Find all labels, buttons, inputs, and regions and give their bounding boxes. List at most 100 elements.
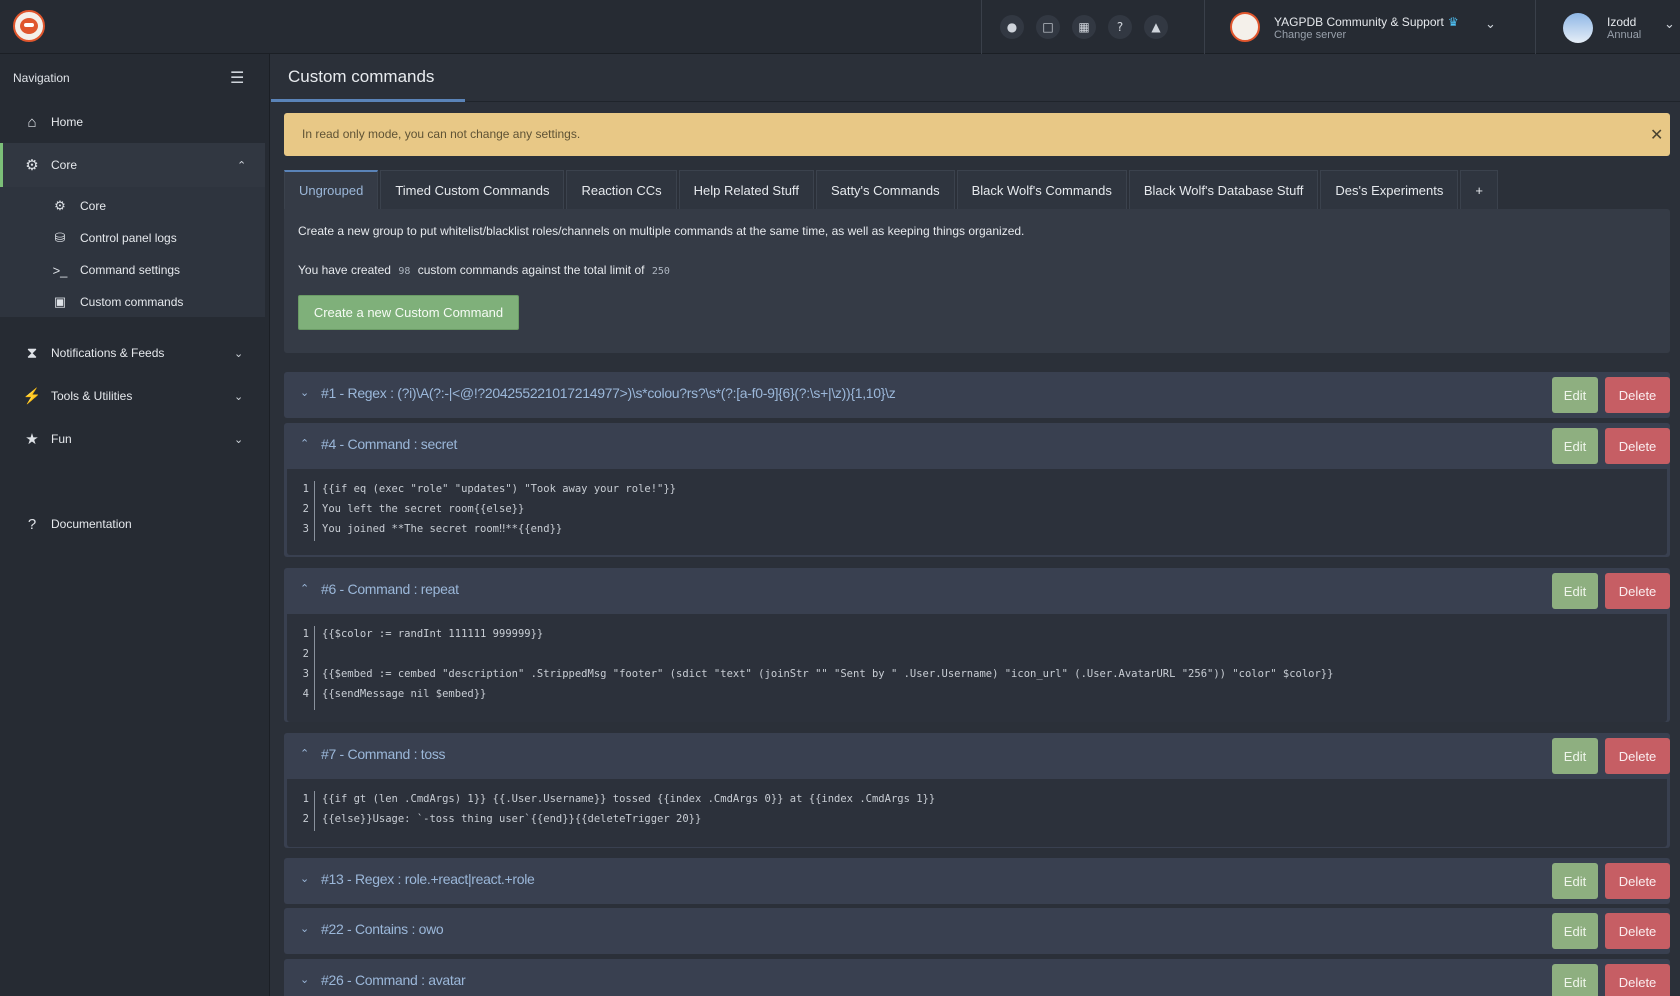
code-line: 4 {{sendMessage nil $embed}} — [302, 688, 487, 700]
warning-icon[interactable]: ▲ — [1144, 15, 1168, 39]
alert-text: In read only mode, you can not change an… — [302, 127, 581, 141]
count-middle: custom commands against the total limit … — [417, 263, 645, 277]
command-header[interactable]: ⌄ #13 - Regex : role.+react|react.+role … — [284, 858, 1670, 904]
chevron-down-icon[interactable]: ⌄ — [1664, 17, 1675, 32]
command-item: ⌃ #4 - Command : secret Edit Delete 1 {{i… — [284, 423, 1670, 557]
command-header[interactable]: ⌃ #7 - Command : toss Edit Delete — [284, 733, 1670, 779]
edit-button[interactable]: Edit — [1552, 573, 1598, 609]
code-text: {{$embed := cembed "description" .Stripp… — [322, 668, 1334, 680]
delete-button[interactable]: Delete — [1605, 573, 1670, 609]
create-custom-command-button[interactable]: Create a new Custom Command — [298, 295, 519, 330]
sidebar-item-label: Control panel logs — [80, 231, 177, 245]
code-text: {{else}}Usage: `-toss thing user`{{end}}… — [322, 813, 702, 825]
tab-black-wolfs-database-stuff[interactable]: Black Wolf's Database Stuff — [1128, 170, 1319, 209]
sidebar-item-fun[interactable]: ★ Fun ⌄ — [0, 419, 265, 459]
edit-button[interactable]: Edit — [1552, 738, 1598, 774]
delete-button[interactable]: Delete — [1605, 863, 1670, 899]
menu-icon[interactable]: ☰ — [230, 68, 244, 87]
command-count-text: You have created 98 custom commands agai… — [298, 263, 674, 277]
code-text: {{if gt (len .CmdArgs) 1}} {{.User.Usern… — [322, 793, 936, 805]
change-server-label: Change server — [1274, 29, 1347, 41]
delete-button[interactable]: Delete — [1605, 913, 1670, 949]
code-text: {{sendMessage nil $embed}} — [322, 688, 487, 700]
command-header[interactable]: ⌄ #22 - Contains : owo Edit Delete — [284, 908, 1670, 954]
edit-button[interactable]: Edit — [1552, 863, 1598, 899]
sidebar-item-label: Fun — [51, 432, 72, 446]
sidebar-item-core-settings[interactable]: ⚙ Core — [0, 191, 265, 221]
code-line: 2 — [302, 648, 309, 660]
count-created: 98 — [398, 266, 411, 277]
code-text: {{if eq (exec "role" "updates") "Took aw… — [322, 483, 677, 495]
chevron-up-icon[interactable]: ⌃ — [300, 747, 309, 760]
command-title: #6 - Command : repeat — [321, 581, 459, 597]
user-menu[interactable]: Izodd Annual ⌄ — [1537, 0, 1680, 54]
code-line: 1 {{if eq (exec "role" "updates") "Took a… — [302, 483, 677, 495]
code-text: You joined **The secret room‼**{{end}} — [322, 523, 563, 535]
edit-button[interactable]: Edit — [1552, 913, 1598, 949]
bolt-icon: ⚡ — [22, 388, 42, 405]
chevron-down-icon[interactable]: ⌄ — [300, 386, 309, 399]
delete-button[interactable]: Delete — [1605, 428, 1670, 464]
command-header[interactable]: ⌄ #1 - Regex : (?i)\A(?:-|<@!?2042552210… — [284, 372, 1670, 418]
sidebar-item-notifications[interactable]: ⧗ Notifications & Feeds ⌄ — [0, 333, 265, 373]
sidebar: Navigation ☰ ⌂ Home ⚙ Core ⌃ ⚙ Core ⛁ Co… — [0, 54, 270, 996]
command-header[interactable]: ⌄ #26 - Command : avatar Edit Delete — [284, 959, 1670, 996]
chevron-down-icon: ⌄ — [234, 347, 244, 360]
code-block: 1 {{if eq (exec "role" "updates") "Took a… — [287, 469, 1667, 555]
edit-button[interactable]: Edit — [1552, 377, 1598, 413]
delete-button[interactable]: Delete — [1605, 964, 1670, 996]
sidebar-item-home[interactable]: ⌂ Home — [0, 102, 265, 142]
server-selector[interactable]: YAGPDB Community & Support ♛ Change serve… — [1204, 0, 1536, 54]
chevron-down-icon[interactable]: ⌄ — [300, 872, 309, 885]
sidebar-item-control-panel-logs[interactable]: ⛁ Control panel logs — [0, 223, 265, 253]
code-block: 1 {{if gt (len .CmdArgs) 1}} {{.User.User… — [287, 779, 1667, 847]
tab-black-wolfs-commands[interactable]: Black Wolf's Commands — [956, 170, 1127, 209]
sidebar-item-label: Command settings — [80, 263, 181, 277]
edit-button[interactable]: Edit — [1552, 428, 1598, 464]
sidebar-item-command-settings[interactable]: >_ Command settings — [0, 255, 265, 285]
command-item: ⌄ #22 - Contains : owo Edit Delete — [284, 908, 1670, 954]
sidebar-item-core[interactable]: ⚙ Core ⌃ — [0, 143, 265, 187]
command-header[interactable]: ⌃ #6 - Command : repeat Edit Delete — [284, 568, 1670, 614]
chevron-down-icon[interactable]: ⌄ — [300, 973, 309, 986]
command-header[interactable]: ⌃ #4 - Command : secret Edit Delete — [284, 423, 1670, 469]
tab-ungrouped[interactable]: Ungrouped — [284, 170, 379, 209]
sidebar-item-label: Notifications & Feeds — [51, 346, 165, 360]
read-only-alert: In read only mode, you can not change an… — [284, 113, 1670, 156]
group-panel: Create a new group to put whitelist/blac… — [284, 209, 1670, 353]
command-item: ⌄ #1 - Regex : (?i)\A(?:-|<@!?2042552210… — [284, 372, 1670, 418]
chevron-up-icon[interactable]: ⌃ — [300, 437, 309, 450]
sidebar-item-documentation[interactable]: ? Documentation — [0, 504, 265, 544]
chevron-up-icon[interactable]: ⌃ — [300, 582, 309, 595]
code-line: 1 {{$color := randInt 111111 999999}} — [302, 628, 544, 640]
chevron-down-icon[interactable]: ⌄ — [1485, 17, 1496, 32]
tab-des-experiments[interactable]: Des's Experiments — [1320, 170, 1459, 209]
top-bar: ● □ ▦ ? ▲ YAGPDB Community & Support ♛ Ch… — [0, 0, 1680, 54]
command-item: ⌃ #6 - Command : repeat Edit Delete 1 {{$… — [284, 568, 1670, 722]
command-item: ⌄ #13 - Regex : role.+react|react.+role … — [284, 858, 1670, 904]
sidebar-item-label: Core — [80, 199, 107, 213]
yagpdb-logo[interactable] — [13, 10, 45, 42]
terminal-icon: >_ — [52, 262, 68, 278]
chevron-down-icon[interactable]: ⌄ — [300, 922, 309, 935]
database-icon: ⛁ — [54, 230, 66, 245]
keyboard-icon[interactable]: ▦ — [1072, 15, 1096, 39]
tab-reaction-ccs[interactable]: Reaction CCs — [566, 170, 677, 209]
delete-button[interactable]: Delete — [1605, 738, 1670, 774]
tab-help-related-stuff[interactable]: Help Related Stuff — [678, 170, 814, 209]
code-line: 3 {{$embed := cembed "description" .Strip… — [302, 668, 1334, 680]
sidebar-item-custom-commands[interactable]: ▣ Custom commands — [0, 287, 265, 317]
edit-button[interactable]: Edit — [1552, 964, 1598, 996]
chat-icon[interactable]: □ — [1036, 15, 1060, 39]
help-icon[interactable]: ? — [1108, 15, 1132, 39]
chevron-down-icon: ⌄ — [234, 390, 244, 403]
lightbulb-icon[interactable]: ● — [1000, 15, 1024, 39]
close-icon[interactable]: ✕ — [1650, 125, 1663, 145]
tab-timed-custom-commands[interactable]: Timed Custom Commands — [380, 170, 565, 209]
add-group-tab[interactable]: + — [1460, 170, 1498, 209]
count-prefix: You have created — [298, 263, 391, 277]
tab-sattys-commands[interactable]: Satty's Commands — [815, 170, 955, 209]
delete-button[interactable]: Delete — [1605, 377, 1670, 413]
sidebar-item-tools[interactable]: ⚡ Tools & Utilities ⌄ — [0, 376, 265, 416]
code-text: You left the secret room{{else}} — [322, 503, 525, 515]
